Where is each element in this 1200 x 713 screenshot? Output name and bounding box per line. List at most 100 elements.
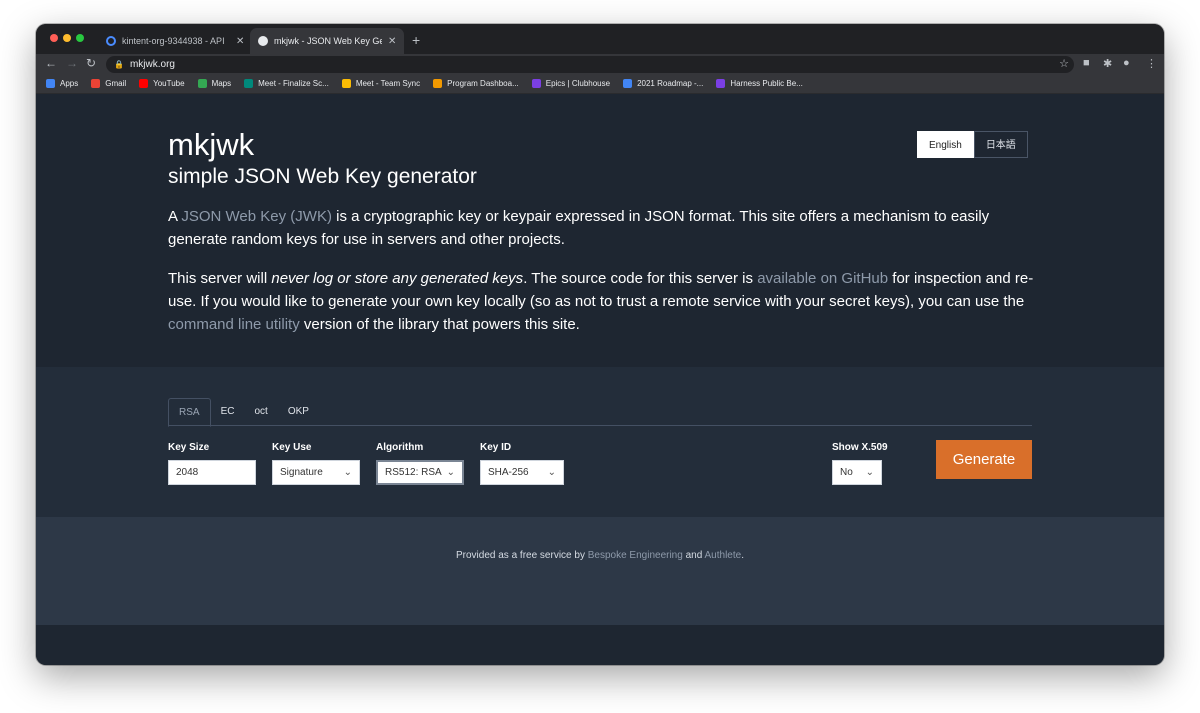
youtube-icon — [139, 79, 149, 88]
key-id-label: Key ID — [480, 442, 512, 453]
key-id-group: Key ID SHA-256 ⌄ — [480, 442, 564, 485]
key-id-value: SHA-256 — [488, 467, 529, 478]
hero-section: mkjwk simple JSON Web Key generator Engl… — [36, 95, 1164, 367]
bookmark-label: Harness Public Be... — [730, 79, 803, 88]
text-span: This server will — [168, 270, 272, 287]
bookmark-label: 2021 Roadmap -... — [637, 79, 704, 88]
back-arrow-icon[interactable]: ← — [45, 56, 57, 70]
bookmark-label: Meet - Team Sync — [355, 79, 421, 88]
browser-toolbar: ← → ↻ 🔒 mkjwk.org ☆ ■ ✱ ● ⋮ — [36, 54, 1164, 74]
generator-form: RSA EC oct OKP Key Size 2048 Key Use Sig… — [36, 367, 1164, 517]
url-text: mkjwk.org — [129, 59, 175, 70]
show-x509-value: No — [840, 467, 853, 478]
bookmark-harness-public[interactable]: Harness Public Be... — [716, 79, 803, 88]
bookmark-star-icon[interactable]: ☆ — [1059, 57, 1069, 70]
tab-okp[interactable]: OKP — [278, 398, 319, 426]
reload-icon[interactable]: ↻ — [86, 56, 96, 70]
bookmark-meet-finalize[interactable]: Meet - Finalize Sc... — [244, 79, 329, 88]
extensions-puzzle-icon[interactable]: ✱ — [1103, 57, 1112, 70]
show-x509-label: Show X.509 — [832, 442, 888, 453]
menu-kebab-icon[interactable]: ⋮ — [1146, 57, 1157, 70]
tab-oct[interactable]: oct — [244, 398, 277, 426]
gmail-icon — [91, 79, 101, 88]
bookmark-2021-roadmap[interactable]: 2021 Roadmap -... — [623, 79, 703, 88]
key-use-label: Key Use — [272, 442, 312, 453]
text-span: Provided as a free service by — [456, 550, 588, 561]
key-id-select[interactable]: SHA-256 ⌄ — [480, 460, 564, 485]
clubhouse-icon — [716, 79, 726, 88]
browser-window: kintent-org-9344938 - API ✕ mkjwk - JSON… — [36, 24, 1164, 665]
key-size-value: 2048 — [176, 467, 199, 478]
close-tab-icon[interactable]: ✕ — [388, 36, 396, 47]
generate-button[interactable]: Generate — [936, 440, 1032, 479]
profile-avatar-icon[interactable]: ● — [1123, 57, 1130, 69]
bookmark-program-dashboard[interactable]: Program Dashboa... — [433, 79, 519, 88]
page-content: mkjwk simple JSON Web Key generator Engl… — [36, 95, 1164, 665]
close-window-button[interactable] — [50, 34, 58, 42]
bookmark-label: Apps — [60, 79, 79, 88]
key-type-tabs: RSA EC oct OKP — [168, 398, 1032, 427]
bespoke-engineering-link[interactable]: Bespoke Engineering — [588, 550, 683, 561]
minimize-window-button[interactable] — [63, 34, 71, 42]
tab-strip: kintent-org-9344938 - API ✕ mkjwk - JSON… — [36, 24, 1164, 54]
docs-icon — [623, 79, 633, 88]
tab-title: kintent-org-9344938 - API — [122, 36, 225, 46]
maximize-window-button[interactable] — [76, 34, 84, 42]
meet-icon — [244, 79, 254, 88]
bookmark-label: Maps — [211, 79, 232, 88]
chevron-down-icon: ⌄ — [446, 467, 455, 478]
meet-icon — [341, 79, 351, 88]
bookmark-maps[interactable]: Maps — [197, 79, 232, 88]
bookmark-apps[interactable]: Apps — [46, 79, 78, 88]
bookmark-label: Meet - Finalize Sc... — [258, 79, 329, 88]
close-tab-icon[interactable]: ✕ — [236, 36, 244, 47]
address-bar[interactable]: 🔒 mkjwk.org ☆ — [106, 56, 1074, 73]
footer-text: Provided as a free service by Bespoke En… — [36, 550, 1164, 561]
jwk-link[interactable]: JSON Web Key (JWK) — [181, 208, 332, 225]
page-subtitle: simple JSON Web Key generator — [168, 165, 477, 188]
footer: Provided as a free service by Bespoke En… — [36, 517, 1164, 625]
forward-arrow-icon[interactable]: → — [66, 56, 78, 70]
key-use-select[interactable]: Signature ⌄ — [272, 460, 360, 485]
github-link[interactable]: available on GitHub — [757, 270, 888, 287]
text-span: . The source code for this server is — [523, 270, 758, 287]
chevron-down-icon: ⌄ — [547, 467, 556, 478]
privacy-paragraph: This server will never log or store any … — [168, 267, 1038, 336]
kintent-favicon-icon — [106, 36, 116, 46]
bookmark-label: Program Dashboa... — [447, 79, 519, 88]
emphasis-text: never log or store any generated keys — [271, 270, 524, 287]
tab-title: mkjwk - JSON Web Key Gener — [274, 36, 382, 46]
browser-tab-mkjwk[interactable]: mkjwk - JSON Web Key Gener ✕ — [250, 28, 405, 54]
key-use-value: Signature — [280, 467, 323, 478]
extension-icon[interactable]: ■ — [1083, 57, 1090, 69]
cli-utility-link[interactable]: command line utility — [168, 316, 300, 333]
tab-rsa[interactable]: RSA — [168, 398, 211, 427]
globe-favicon-icon — [258, 36, 268, 46]
show-x509-group: Show X.509 No ⌄ — [832, 442, 888, 485]
language-japanese-button[interactable]: 日本語 — [973, 131, 1028, 158]
bookmark-youtube[interactable]: YouTube — [139, 79, 185, 88]
algorithm-select[interactable]: RS512: RSA ⌄ — [376, 460, 464, 485]
bookmark-label: Gmail — [105, 79, 127, 88]
bookmark-meet-team-sync[interactable]: Meet - Team Sync — [341, 79, 421, 88]
bookmark-epics-clubhouse[interactable]: Epics | Clubhouse — [531, 79, 610, 88]
key-size-input[interactable]: 2048 — [168, 460, 256, 485]
tab-ec[interactable]: EC — [211, 398, 245, 426]
show-x509-select[interactable]: No ⌄ — [832, 460, 882, 485]
browser-tab-kintent[interactable]: kintent-org-9344938 - API ✕ — [98, 28, 252, 54]
algorithm-group: Algorithm RS512: RSA ⌄ — [376, 442, 464, 485]
language-switcher: English 日本語 — [917, 131, 1028, 158]
language-english-button[interactable]: English — [917, 131, 974, 158]
lock-icon: 🔒 — [114, 60, 124, 69]
bookmark-gmail[interactable]: Gmail — [91, 79, 126, 88]
maps-icon — [197, 79, 207, 88]
bookmark-label: YouTube — [153, 79, 185, 88]
page-title: mkjwk — [168, 127, 255, 162]
new-tab-button[interactable]: + — [412, 32, 420, 48]
chevron-down-icon: ⌄ — [865, 467, 874, 478]
bookmarks-bar: Apps Gmail YouTube Maps Meet - Finalize … — [36, 74, 1164, 94]
authlete-link[interactable]: Authlete — [705, 550, 742, 561]
algorithm-value: RS512: RSA — [385, 467, 442, 478]
text-span: version of the library that powers this … — [299, 316, 580, 333]
text-span: . — [741, 550, 744, 561]
